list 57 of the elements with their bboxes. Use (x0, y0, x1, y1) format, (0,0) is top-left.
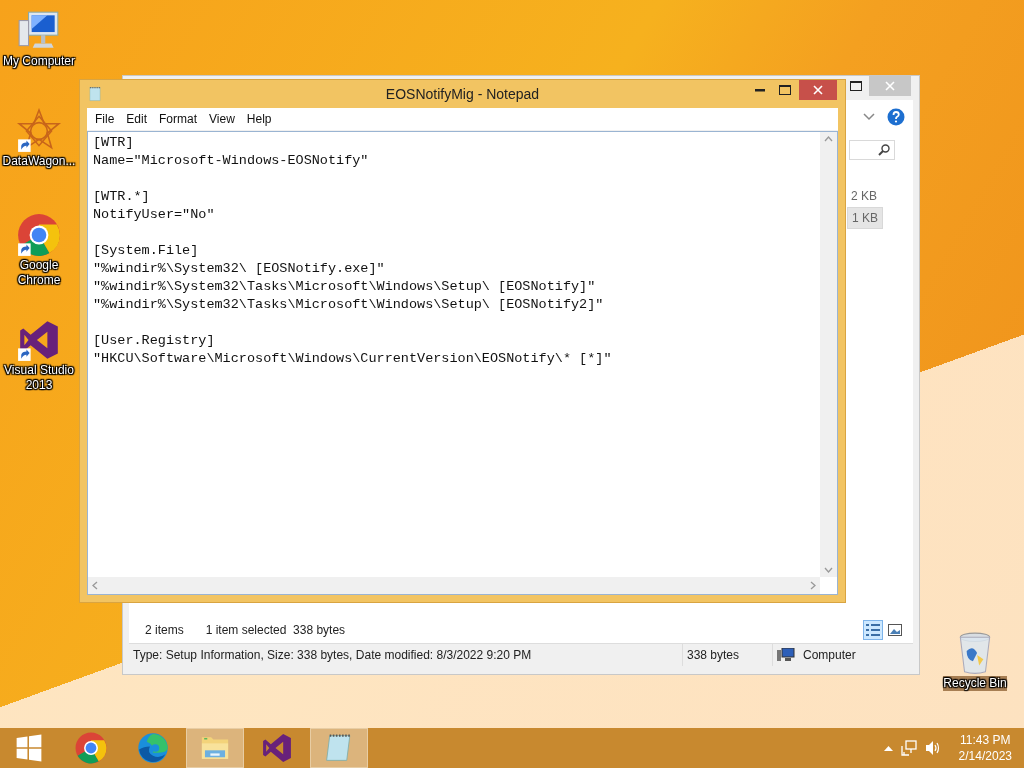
window-title: EOSNotifyMig - Notepad (385, 86, 540, 102)
chrome-icon[interactable] (74, 731, 108, 765)
text-line: Name="Microsoft-Windows-EOSNotify" (93, 152, 370, 170)
icon-label[interactable]: Google Chrome (1, 258, 77, 288)
edge-icon[interactable] (136, 731, 170, 765)
menu-item[interactable]: Format (153, 110, 204, 128)
maximize-icon (850, 81, 862, 91)
star-pattern-icon[interactable] (16, 108, 62, 154)
icon-label[interactable]: DataWagon... (2, 154, 76, 169)
clock-time[interactable]: 11:43 PM (960, 732, 1011, 748)
details-view-button[interactable] (863, 620, 883, 640)
close-icon (885, 81, 895, 91)
icon-label[interactable]: Visual Studio 2013 (1, 363, 77, 393)
taskbar-button[interactable] (186, 728, 244, 768)
file-size: 338 bytes (682, 644, 772, 666)
file-size: 1 KB (847, 207, 883, 229)
chrome-icon[interactable] (16, 212, 62, 258)
zone-label: Computer (802, 648, 856, 662)
text-line: "%windir%\System32\ [EOSNotify.exe]" (93, 260, 386, 278)
clock-date[interactable]: 2/14/2023 (958, 748, 1012, 764)
close-icon (813, 85, 823, 95)
help-icon[interactable] (887, 108, 905, 126)
selection-info: 1 item selected 338 bytes (205, 623, 346, 637)
file-size: 2 KB (850, 188, 878, 205)
network-icon[interactable] (900, 740, 917, 756)
menu-item[interactable]: Edit (120, 110, 154, 128)
text-editor[interactable] (87, 131, 838, 595)
item-count: 2 items (145, 623, 184, 637)
icon-label[interactable]: My Computer (3, 54, 75, 69)
text-line: "%windir%\System32\Tasks\Microsoft\Windows\Setup\ [EOSNotify]" (93, 278, 597, 296)
text-line: "%windir%\System32\Tasks\Microsoft\Windows\Setup\ [EOSNotify2]" (93, 296, 605, 314)
menu-item[interactable]: Help (240, 110, 278, 128)
text-line: "HKCU\Software\Microsoft\Windows\CurrentVersion\EOSNotify\* [*]" (93, 350, 613, 368)
maximize-icon (778, 85, 791, 95)
caret-up-icon[interactable] (883, 745, 893, 751)
minimize-icon (754, 88, 765, 92)
search-field[interactable] (849, 140, 895, 160)
scroll-down-icon[interactable] (824, 567, 833, 573)
text-line: [WTR] (93, 134, 135, 152)
text-line: [WTR.*] (93, 188, 151, 206)
text-line: [User.Registry] (93, 332, 216, 350)
file-details: Type: Setup Information, Size: 338 bytes, Date modified: 8/3/2022 9:20 PM (132, 648, 533, 662)
computer-icon (777, 648, 795, 662)
speaker-icon[interactable] (924, 740, 941, 756)
scroll-up-icon[interactable] (824, 136, 833, 142)
text-line: [System.File] (93, 242, 200, 260)
search-icon (878, 144, 890, 156)
scroll-right-icon[interactable] (810, 581, 816, 590)
scroll-left-icon[interactable] (92, 581, 98, 590)
notepad-icon[interactable] (87, 86, 103, 102)
close-button[interactable] (799, 80, 837, 100)
menu-item[interactable]: File (89, 110, 121, 128)
text-line: NotifyUser="No" (93, 206, 216, 224)
taskbar-button[interactable] (310, 728, 368, 768)
chevron-down-icon[interactable] (863, 113, 875, 121)
menu-item[interactable]: View (203, 110, 241, 128)
icon-label[interactable]: Recycle Bin (943, 676, 1007, 691)
